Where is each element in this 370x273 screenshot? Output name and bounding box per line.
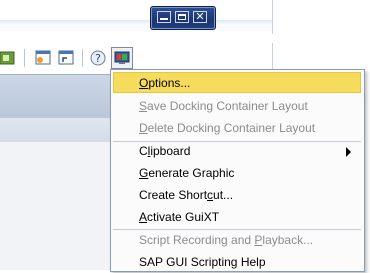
content-area (0, 142, 110, 270)
menu-item-script-recording: Script Recording and Playback... (139, 233, 314, 247)
title-bar-shadow (0, 20, 272, 26)
customize-layout-menu: Options... Save Docking Container Layout… (110, 69, 365, 272)
menu-item-options[interactable]: Options... (113, 72, 361, 93)
menu-item-delete-docking-layout: Delete Docking Container Layout (139, 121, 316, 135)
customize-layout-button[interactable] (111, 47, 133, 69)
toolbar-separator (82, 49, 83, 67)
window-controls: ✕ (150, 6, 216, 30)
svg-text:?: ? (95, 52, 101, 65)
menu-item-create-shortcut[interactable]: Create Shortcut... (113, 185, 361, 206)
minimize-icon[interactable] (157, 11, 171, 23)
layout-icon[interactable] (0, 50, 16, 66)
toolbar-separator (24, 49, 25, 67)
menu-item-save-docking-layout: Save Docking Container Layout (139, 99, 308, 113)
subheader-band (0, 118, 110, 143)
close-icon[interactable]: ✕ (193, 11, 207, 23)
create-shortcut-icon[interactable] (58, 50, 74, 66)
submenu-arrow-icon (346, 147, 351, 157)
menu-item-generate-graphic[interactable]: Generate Graphic (113, 163, 361, 184)
menu-item-clipboard[interactable]: Clipboard (113, 141, 361, 162)
header-band (0, 74, 110, 119)
maximize-icon[interactable] (175, 11, 189, 23)
window-title-bar (0, 0, 273, 34)
help-icon[interactable]: ? (90, 50, 106, 66)
menu-item-activate-guixt[interactable]: Activate GuiXT (113, 207, 361, 228)
customize-layout-icon (114, 51, 130, 64)
new-session-icon[interactable] (35, 50, 51, 66)
